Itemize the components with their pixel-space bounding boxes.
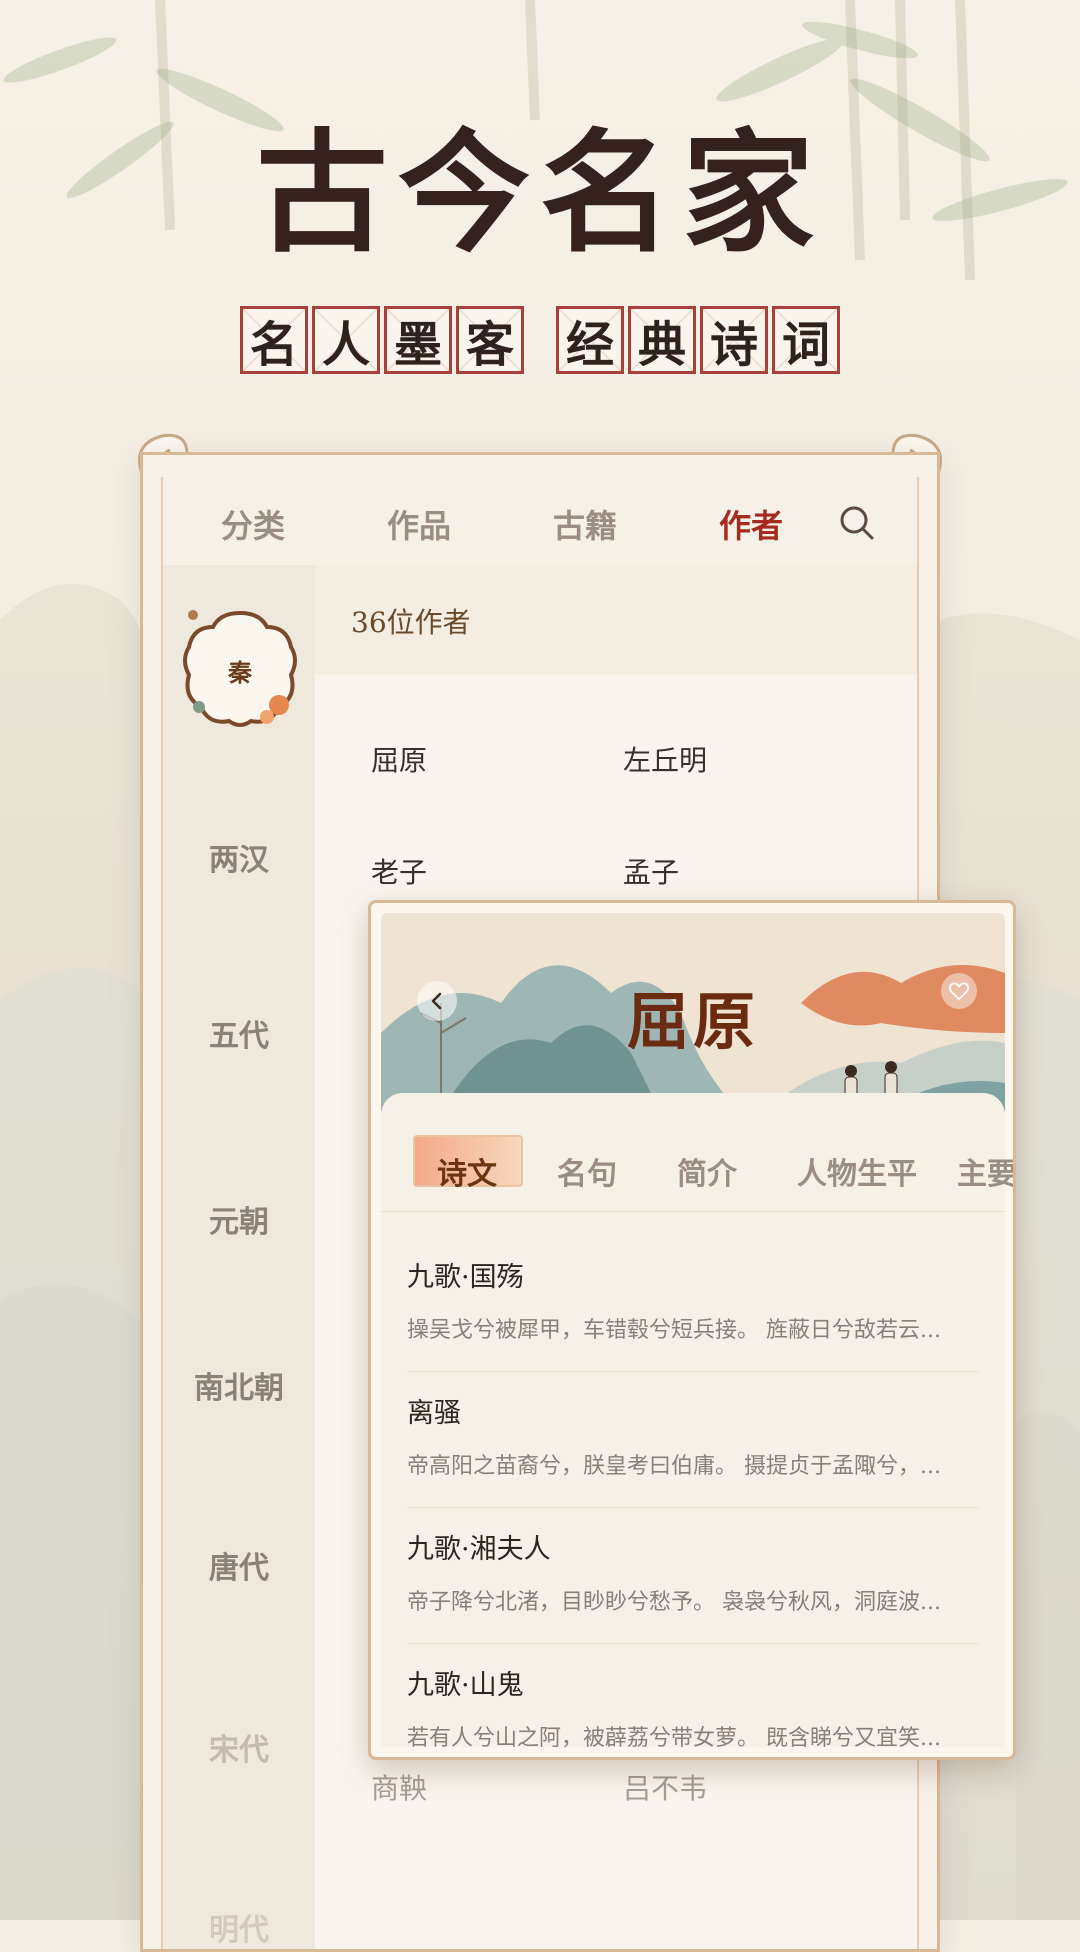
poem-item[interactable]: 九歌·山鬼 若有人兮山之阿，被薜荔兮带女萝。 既含睇兮又宜笑... bbox=[407, 1663, 979, 1752]
tagline-tile: 词 bbox=[772, 306, 840, 374]
back-arrow-icon bbox=[431, 992, 442, 1010]
card-author-title: 屈原 bbox=[626, 985, 759, 1058]
tab-authors[interactable]: 作者 bbox=[719, 501, 783, 547]
dynasty-item[interactable]: 唐代 bbox=[163, 1543, 315, 1587]
tagline-tiles: 名 人 墨 客 经 典 诗 词 bbox=[0, 306, 1080, 374]
poem-excerpt: 操吴戈兮被犀甲，车错毂兮短兵接。 旌蔽日兮敌若云... bbox=[407, 1318, 941, 1343]
poem-item[interactable]: 离骚 帝高阳之苗裔兮，朕皇考曰伯庸。 摄提贞于孟陬兮，... bbox=[407, 1391, 979, 1480]
card-tab-major-works[interactable]: 主要 bbox=[957, 1149, 1013, 1193]
tagline-tile: 人 bbox=[312, 306, 380, 374]
author-detail-card: 屈原 诗文 名句 简介 人物生平 主要 九歌·国殇 操吴戈兮被犀甲，车错毂兮短兵… bbox=[368, 900, 1016, 1760]
poem-item[interactable]: 九歌·湘夫人 帝子降兮北渚，目眇眇兮愁予。 袅袅兮秋风，洞庭波... bbox=[407, 1527, 979, 1616]
poem-divider bbox=[407, 1371, 979, 1372]
tagline-tile: 墨 bbox=[384, 306, 452, 374]
author-item[interactable]: 吕不韦 bbox=[623, 1767, 707, 1807]
card-tab-famous-lines[interactable]: 名句 bbox=[557, 1149, 617, 1193]
poem-divider bbox=[407, 1643, 979, 1644]
dynasty-selected-label: 秦 bbox=[228, 657, 252, 687]
author-item[interactable]: 老子 bbox=[371, 851, 427, 891]
dynasty-item-selected[interactable]: 秦 bbox=[175, 605, 305, 735]
tagline-tile: 诗 bbox=[700, 306, 768, 374]
dynasty-sidebar: 秦 两汉 五代 元朝 南北朝 唐代 宋代 明代 bbox=[163, 565, 315, 1949]
tagline-group-right: 经 典 诗 词 bbox=[556, 306, 840, 374]
dynasty-item[interactable]: 明代 bbox=[163, 1905, 315, 1949]
tagline-tile: 经 bbox=[556, 306, 624, 374]
dynasty-item[interactable]: 元朝 bbox=[163, 1197, 315, 1241]
card-banner: 屈原 bbox=[381, 913, 1005, 1113]
tab-classics[interactable]: 古籍 bbox=[553, 501, 617, 547]
card-tab-biography[interactable]: 人物生平 bbox=[797, 1149, 917, 1193]
favorite-button[interactable] bbox=[941, 973, 977, 1009]
tagline-tile: 名 bbox=[240, 306, 308, 374]
tab-category[interactable]: 分类 bbox=[221, 501, 285, 547]
poem-divider bbox=[407, 1507, 979, 1508]
dynasty-item[interactable]: 宋代 bbox=[163, 1725, 315, 1769]
tab-divider bbox=[381, 1211, 1005, 1212]
page-headline: 古今名家 bbox=[256, 116, 824, 271]
poem-title: 九歌·国殇 bbox=[407, 1262, 524, 1293]
author-count-bar: 36位作者 bbox=[315, 565, 917, 675]
top-tabs: 分类 作品 古籍 作者 bbox=[163, 491, 923, 561]
tagline-group-left: 名 人 墨 客 bbox=[240, 306, 524, 374]
poem-title: 九歌·湘夫人 bbox=[407, 1534, 551, 1565]
card-body: 诗文 名句 简介 人物生平 主要 九歌·国殇 操吴戈兮被犀甲，车错毂兮短兵接。 … bbox=[381, 1093, 1013, 1751]
search-icon[interactable] bbox=[837, 503, 877, 543]
author-count: 36位作者 bbox=[351, 606, 471, 639]
dynasty-item[interactable]: 南北朝 bbox=[163, 1363, 315, 1407]
poem-excerpt: 帝高阳之苗裔兮，朕皇考曰伯庸。 摄提贞于孟陬兮，... bbox=[407, 1454, 941, 1479]
tagline-tile: 客 bbox=[456, 306, 524, 374]
author-item[interactable]: 孟子 bbox=[623, 851, 679, 891]
tagline-tile: 典 bbox=[628, 306, 696, 374]
poem-item[interactable]: 九歌·国殇 操吴戈兮被犀甲，车错毂兮短兵接。 旌蔽日兮敌若云... bbox=[407, 1255, 979, 1344]
heart-icon bbox=[948, 982, 970, 1001]
poem-title: 九歌·山鬼 bbox=[407, 1670, 524, 1701]
back-button[interactable] bbox=[417, 981, 457, 1021]
author-item[interactable]: 屈原 bbox=[371, 739, 427, 779]
poem-excerpt: 帝子降兮北渚，目眇眇兮愁予。 袅袅兮秋风，洞庭波... bbox=[407, 1590, 941, 1615]
tab-works[interactable]: 作品 bbox=[387, 501, 451, 547]
dynasty-item[interactable]: 两汉 bbox=[163, 835, 315, 879]
card-tab-introduction[interactable]: 简介 bbox=[677, 1149, 737, 1193]
author-item[interactable]: 左丘明 bbox=[623, 739, 707, 779]
author-item[interactable]: 商鞅 bbox=[371, 1767, 427, 1807]
poem-title: 离骚 bbox=[407, 1398, 461, 1429]
dynasty-item[interactable]: 五代 bbox=[163, 1011, 315, 1055]
card-tab-poems[interactable]: 诗文 bbox=[437, 1149, 497, 1193]
poem-excerpt: 若有人兮山之阿，被薜荔兮带女萝。 既含睇兮又宜笑... bbox=[407, 1726, 941, 1751]
